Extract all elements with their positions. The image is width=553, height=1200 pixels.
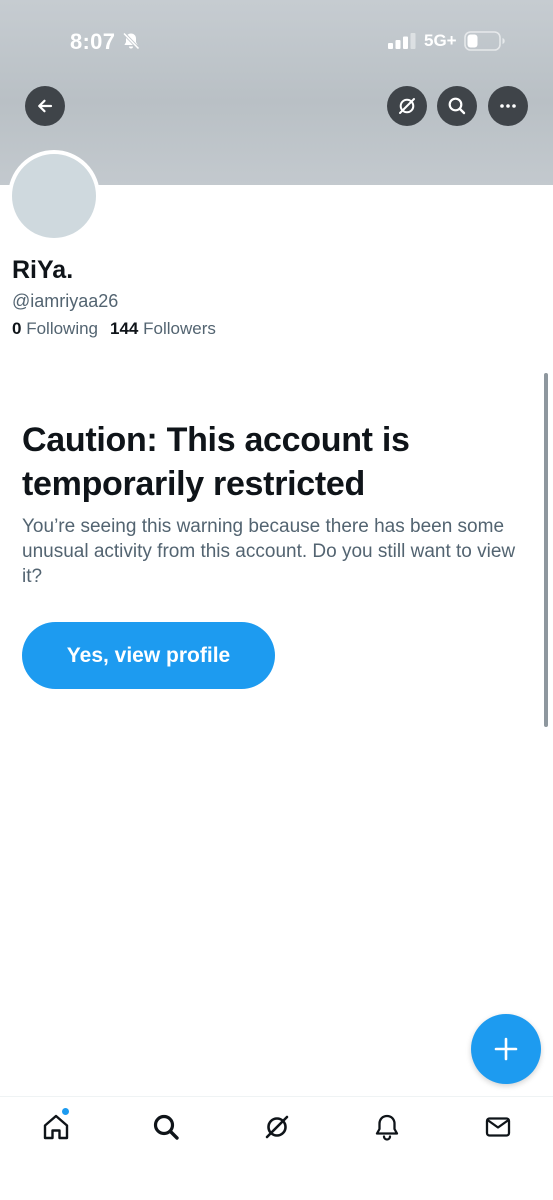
view-profile-button[interactable]: Yes, view profile (22, 622, 275, 689)
caution-title: Caution: This account is temporarily res… (22, 421, 410, 503)
tab-search[interactable] (150, 1111, 182, 1143)
signal-icon (388, 33, 416, 49)
grok-icon (399, 98, 415, 114)
compose-button[interactable] (471, 1014, 541, 1084)
search-icon (153, 1114, 179, 1140)
home-notification-dot (61, 1107, 70, 1116)
search-icon (448, 97, 466, 115)
scrollbar[interactable] (544, 373, 548, 727)
avatar[interactable] (8, 150, 100, 242)
status-time: 8:07 (70, 29, 116, 54)
bell-icon (375, 1114, 399, 1141)
tab-messages[interactable] (482, 1111, 514, 1143)
tab-grok[interactable] (261, 1111, 293, 1143)
followers-link[interactable]: 144 Followers (110, 319, 216, 338)
status-bar: 8:07 5G+ (0, 0, 553, 84)
bottom-tab-bar (0, 1096, 553, 1200)
battery-icon (464, 31, 505, 51)
followers-label: Followers (143, 319, 216, 338)
more-options-button[interactable] (488, 86, 528, 126)
back-button[interactable] (25, 86, 65, 126)
following-link[interactable]: 0 Following (12, 319, 98, 338)
tab-home[interactable] (40, 1111, 72, 1143)
following-label: Following (26, 319, 99, 338)
network-label: 5G+ (424, 31, 457, 50)
profile-handle: @iamriyaa26 (12, 291, 119, 311)
plus-icon (494, 1037, 518, 1061)
more-icon (500, 104, 516, 108)
caution-body: You’re seeing this warning because there… (22, 516, 516, 587)
back-arrow-icon (38, 99, 53, 113)
following-count: 0 (12, 319, 22, 338)
tab-notifications[interactable] (371, 1111, 403, 1143)
bell-off-icon (122, 32, 140, 50)
mail-icon (485, 1117, 511, 1137)
home-icon (43, 1114, 69, 1140)
followers-count: 144 (110, 319, 139, 338)
follow-stats: 0 Following 144 Followers (12, 319, 216, 339)
grok-icon (265, 1115, 289, 1139)
search-button[interactable] (437, 86, 477, 126)
grok-button[interactable] (387, 86, 427, 126)
display-name: RiYa. (12, 256, 74, 284)
